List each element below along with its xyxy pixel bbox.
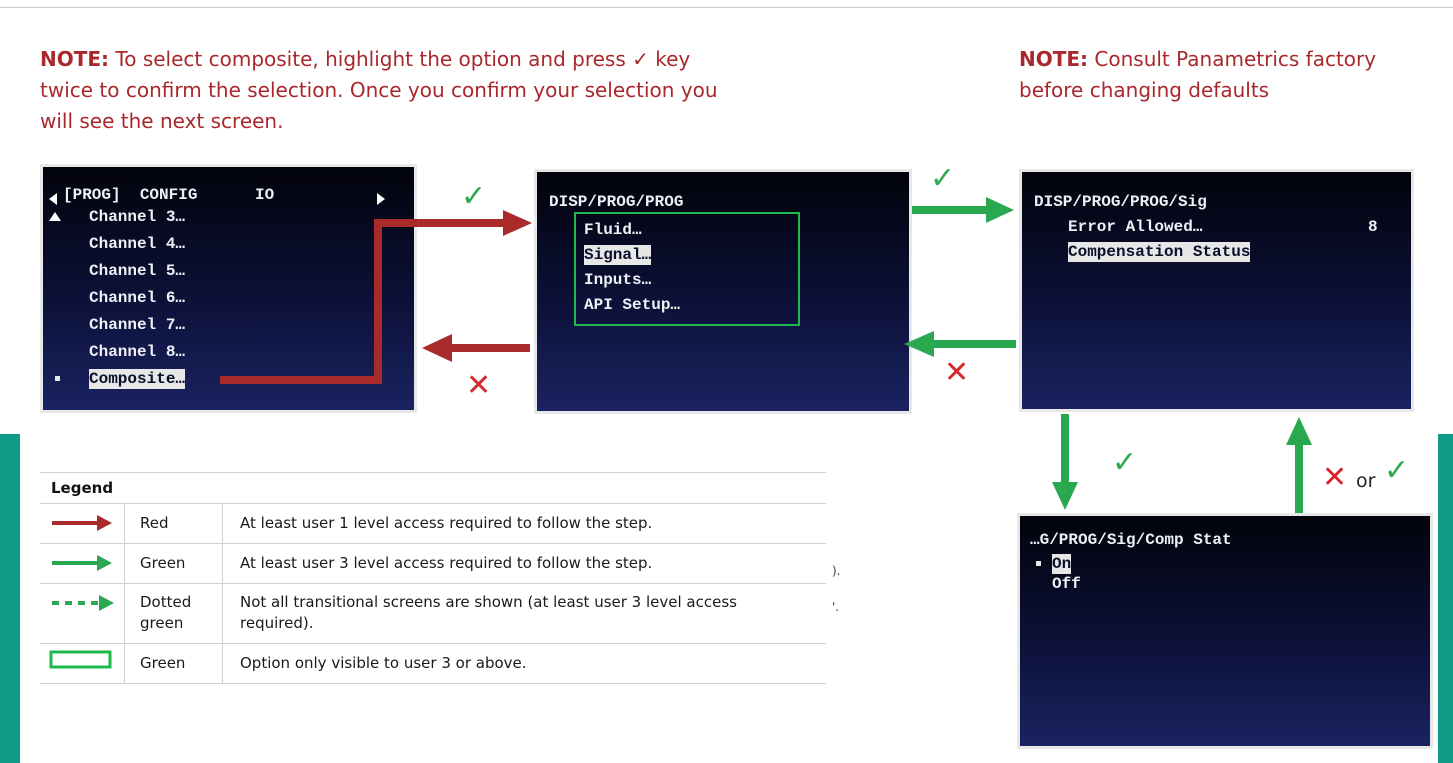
legend-dotted-green-arrow-icon [52,595,114,611]
stray-mark: ). [832,564,841,578]
legend-row-name: Green [140,654,186,672]
legend-green-box-icon [49,650,112,669]
legend-red-arrow-icon [52,515,112,531]
legend-row-name: Red [140,514,169,532]
legend-green-arrow-icon [52,555,112,571]
legend-row-description: Not all transitional screens are shown (… [240,593,737,632]
stray-mark: '. [832,600,840,614]
legend-row-name: Green [140,554,186,572]
legend-row-description: At least user 1 level access required to… [240,514,653,532]
legend-row-name: Dotted green [140,593,192,632]
legend-symbols [49,515,114,669]
legend-row-description: Option only visible to user 3 or above. [240,654,527,672]
legend-row-description: At least user 3 level access required to… [240,554,653,572]
